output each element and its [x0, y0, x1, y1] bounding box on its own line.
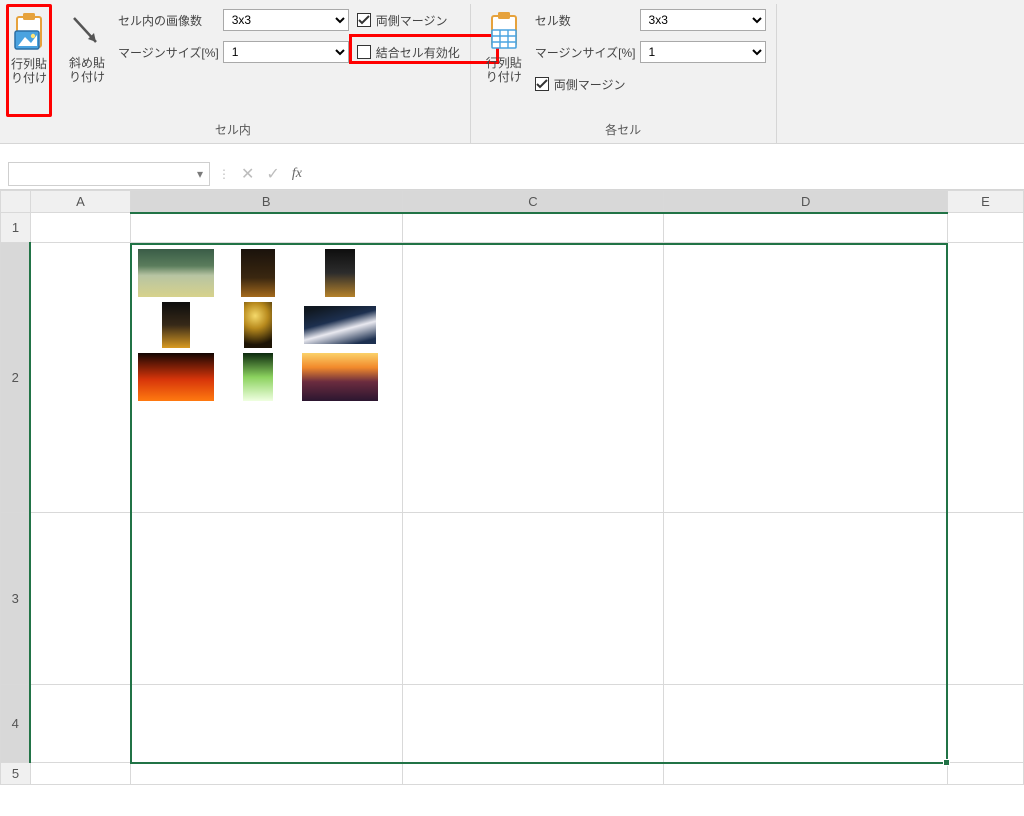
cell[interactable]	[402, 685, 664, 763]
both-margin-label-2: 両側マージン	[554, 76, 626, 93]
matrix-paste-button[interactable]: 行列貼 り付け	[6, 4, 52, 117]
both-margin-checkbox-1[interactable]: 両側マージン	[357, 8, 460, 32]
matrix-paste-label: 行列貼 り付け	[11, 57, 47, 86]
matrix-paste-button-2[interactable]: 行列貼 り付け	[481, 4, 527, 117]
col-header-C[interactable]: C	[402, 191, 664, 213]
arrow-diagonal-icon	[70, 8, 104, 56]
thumb-sunset-sky[interactable]	[300, 352, 380, 402]
cellin-controls-col2: 3x3 1	[223, 4, 349, 117]
cellin-controls-col3: 両側マージン 結合セル有効化	[357, 4, 460, 117]
ribbon-toolbar: 行列貼 り付け 斜め貼 り付け セル内の画像数 マージンサイズ[%]	[0, 0, 1024, 144]
merge-cell-checkbox[interactable]: 結合セル有効化	[357, 40, 460, 64]
formula-bar: ▾ ⋮ ✕ ✓ fx	[0, 158, 1024, 190]
row-header-3[interactable]: 3	[1, 513, 31, 685]
img-count-label: セル内の画像数	[118, 12, 202, 29]
enter-icon[interactable]: ✓	[266, 164, 279, 184]
ribbon-group-cellin: 行列貼 り付け 斜め貼 り付け セル内の画像数 マージンサイズ[%]	[6, 4, 471, 143]
cell[interactable]	[402, 243, 664, 513]
col-header-E[interactable]: E	[948, 191, 1024, 213]
cell[interactable]	[948, 213, 1024, 243]
drag-dots-icon[interactable]: ⋮	[218, 167, 229, 181]
cell[interactable]	[948, 685, 1024, 763]
col-header-A[interactable]: A	[30, 191, 130, 213]
cell[interactable]	[30, 763, 130, 785]
cell[interactable]	[664, 243, 948, 513]
cell[interactable]	[664, 213, 948, 243]
cell[interactable]	[948, 763, 1024, 785]
fx-icon[interactable]: fx	[292, 166, 302, 182]
cell[interactable]	[948, 513, 1024, 685]
select-all-corner[interactable]	[1, 191, 31, 213]
group-cellin-label: セル内	[6, 117, 460, 143]
both-margin-label-1: 両側マージン	[376, 12, 448, 29]
cell[interactable]	[30, 243, 130, 513]
thumb-night-lantern[interactable]	[218, 248, 298, 298]
cell[interactable]	[402, 513, 664, 685]
cell[interactable]	[664, 763, 948, 785]
merge-cell-label: 結合セル有効化	[376, 44, 460, 61]
matrix-paste-label-2: 行列貼 り付け	[486, 56, 522, 85]
eachcell-controls-col2: 3x3 1	[640, 4, 766, 117]
cell-count-select[interactable]: 3x3	[640, 9, 766, 31]
row-header-1[interactable]: 1	[1, 213, 31, 243]
cell[interactable]	[664, 513, 948, 685]
col-header-B[interactable]: B	[130, 191, 402, 213]
both-margin-checkbox-2[interactable]: 両側マージン	[535, 72, 636, 96]
cell[interactable]	[30, 213, 130, 243]
thumb-dark-dog[interactable]	[300, 248, 380, 298]
cell[interactable]	[402, 213, 664, 243]
margin-size-label-2: マージンサイズ[%]	[535, 44, 636, 61]
thumb-torii-red[interactable]	[136, 352, 216, 402]
thumb-green-forest[interactable]	[218, 352, 298, 402]
row-header-5[interactable]: 5	[1, 763, 31, 785]
cell[interactable]	[30, 685, 130, 763]
row-header-2[interactable]: 2	[1, 243, 31, 513]
cell[interactable]	[130, 513, 402, 685]
clipboard-image-icon	[11, 9, 47, 57]
ribbon-group-eachcell: 行列貼 り付け セル数 マージンサイズ[%] 両側マージン	[471, 4, 777, 143]
row-header-4[interactable]: 4	[1, 685, 31, 763]
formula-icon-group: ⋮ ✕ ✓ fx	[218, 164, 302, 184]
cell[interactable]	[948, 243, 1024, 513]
margin-size-label: マージンサイズ[%]	[118, 44, 219, 61]
checkbox-icon	[357, 13, 371, 27]
cell[interactable]	[130, 685, 402, 763]
cell[interactable]	[130, 763, 402, 785]
col-header-D[interactable]: D	[664, 191, 948, 213]
thumb-landscape-hills[interactable]	[136, 248, 216, 298]
checkbox-icon	[535, 77, 549, 91]
clipboard-grid-icon	[486, 8, 522, 56]
thumb-branches-sky[interactable]	[300, 300, 380, 350]
cell[interactable]	[30, 513, 130, 685]
name-box[interactable]: ▾	[8, 162, 210, 186]
diag-paste-button[interactable]: 斜め貼 り付け	[64, 4, 110, 117]
thumb-moon-roof[interactable]	[218, 300, 298, 350]
img-count-select[interactable]: 3x3	[223, 9, 349, 31]
cellin-controls-col1: セル内の画像数 マージンサイズ[%]	[118, 4, 219, 117]
spreadsheet-grid[interactable]: A B C D E 1 2 3 4	[0, 190, 1024, 785]
margin-size-select-2[interactable]: 1	[640, 41, 766, 63]
cell[interactable]	[402, 763, 664, 785]
group-eachcell-label: 各セル	[481, 117, 766, 143]
checkbox-icon	[357, 45, 371, 59]
diag-paste-label: 斜め貼 り付け	[69, 56, 105, 85]
formula-input[interactable]	[310, 162, 1016, 186]
chevron-down-icon[interactable]: ▾	[197, 167, 203, 181]
cancel-icon[interactable]: ✕	[241, 164, 254, 184]
image-grid	[136, 248, 380, 402]
cell[interactable]	[130, 213, 402, 243]
eachcell-controls-col1: セル数 マージンサイズ[%] 両側マージン	[535, 4, 636, 117]
cell-count-label: セル数	[535, 12, 571, 29]
margin-size-select[interactable]: 1	[223, 41, 349, 63]
thumb-night-alley[interactable]	[136, 300, 216, 350]
cell[interactable]	[664, 685, 948, 763]
